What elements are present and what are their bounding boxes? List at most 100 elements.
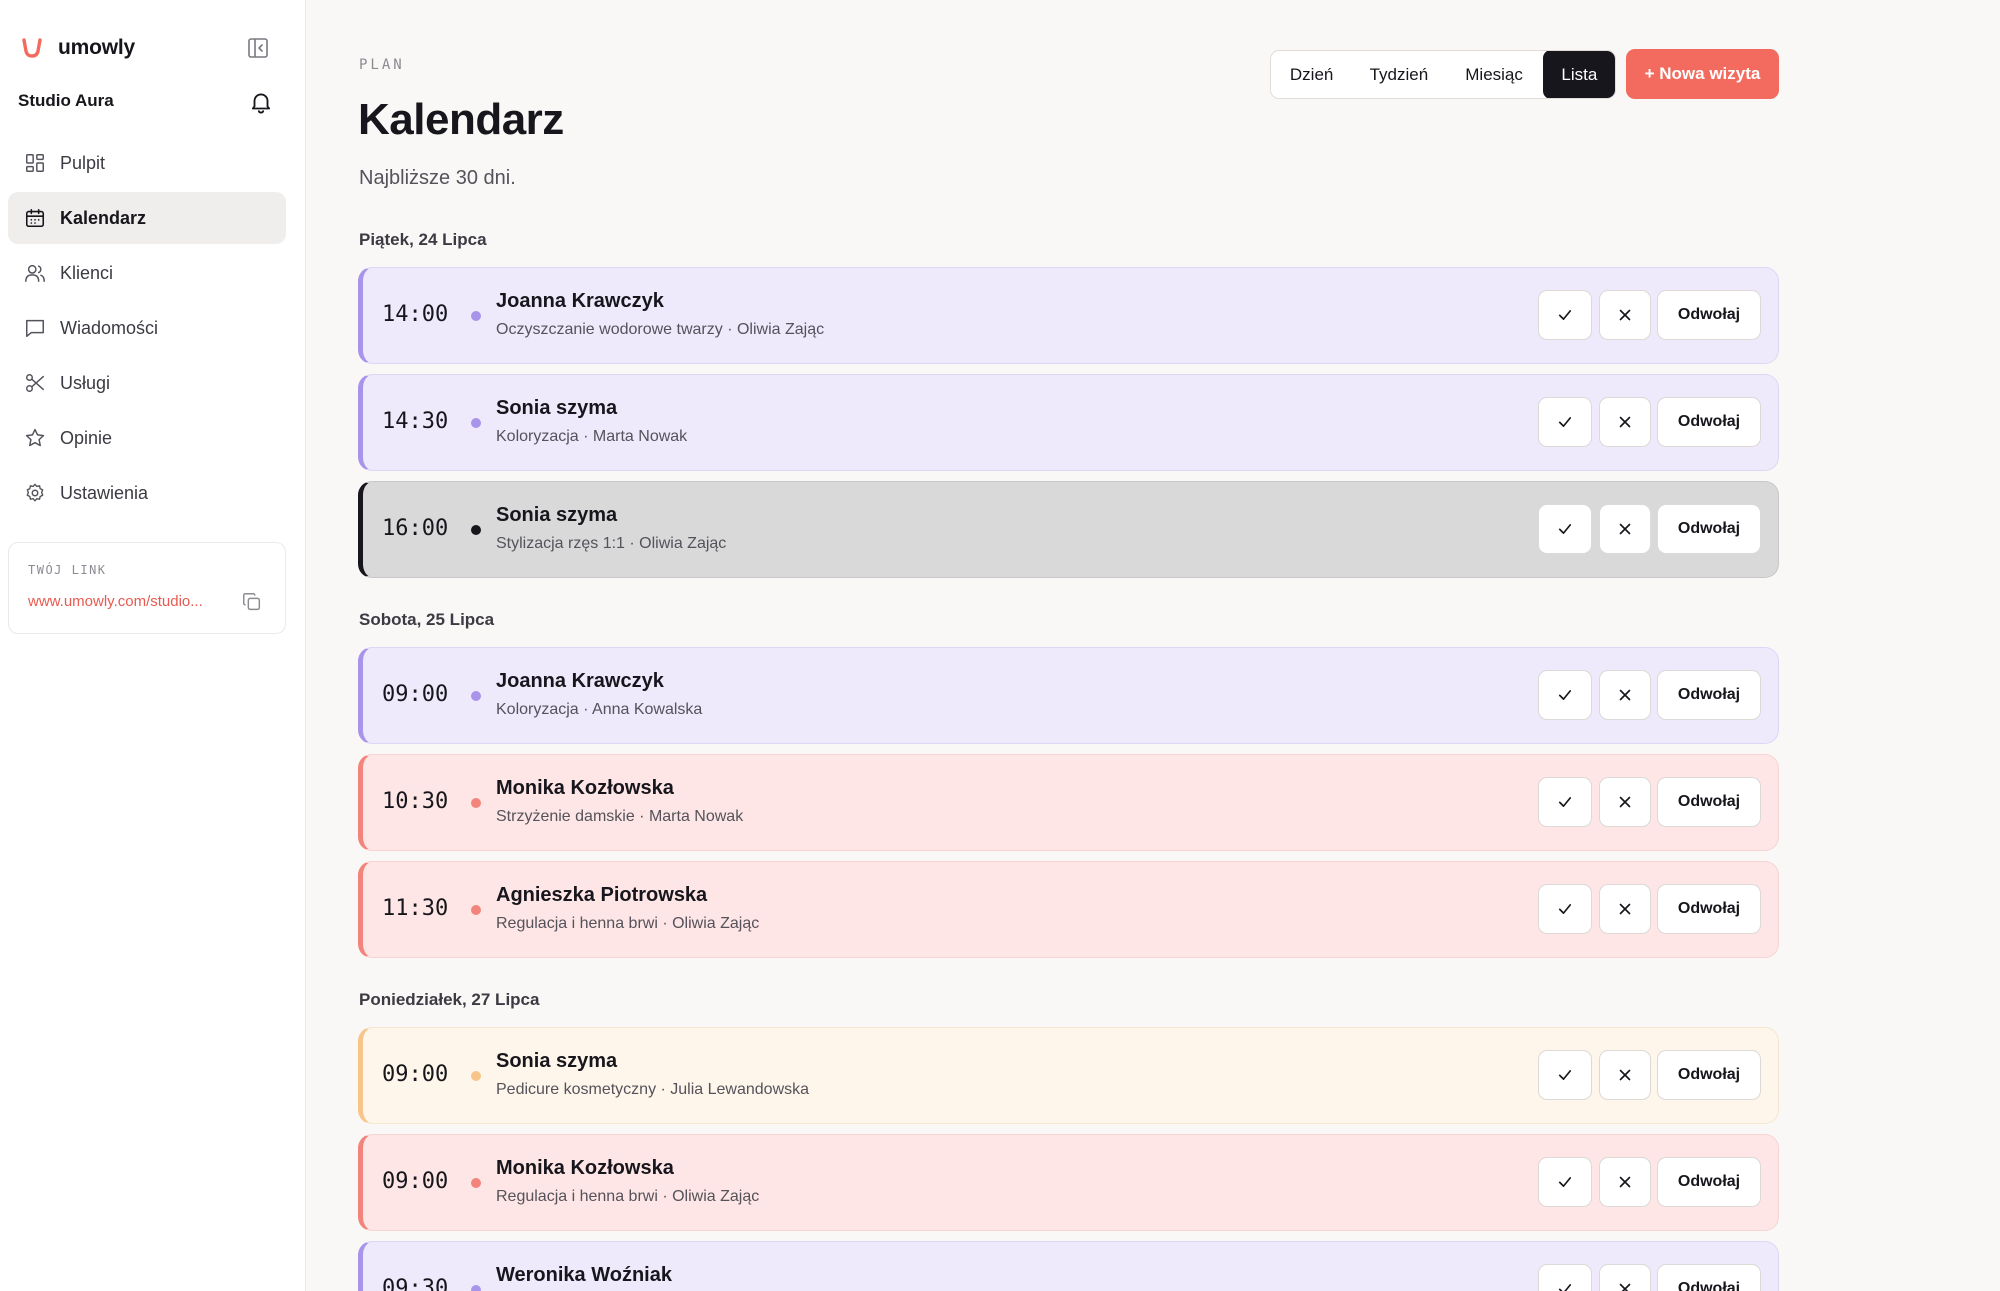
appointment-client: Sonia szyma bbox=[496, 504, 618, 526]
sidebar-item-label: Usługi bbox=[60, 372, 111, 393]
cancel-appointment-button[interactable]: Odwołaj bbox=[1657, 290, 1761, 340]
sidebar-item-label: Ustawienia bbox=[60, 482, 149, 503]
status-dot bbox=[471, 1285, 481, 1291]
day-header: Poniedziałek, 27 Lipca bbox=[359, 990, 540, 1009]
sidebar-item-label: Klienci bbox=[60, 262, 114, 283]
confirm-button[interactable] bbox=[1538, 290, 1592, 340]
appointment-time: 16:00 bbox=[382, 516, 449, 541]
view-tab-month[interactable]: Miesiąc bbox=[1445, 51, 1542, 98]
close-icon bbox=[1619, 689, 1631, 701]
appointment-details: Pedicure kosmetyczny · Julia Lewandowska bbox=[496, 1081, 810, 1098]
cancel-appointment-button[interactable]: Odwołaj bbox=[1657, 777, 1761, 827]
sidebar-item-opinie[interactable]: Opinie bbox=[8, 412, 286, 464]
decline-button[interactable] bbox=[1599, 884, 1651, 934]
view-tab-week[interactable]: Tydzień bbox=[1352, 51, 1445, 98]
cancel-appointment-button[interactable]: Odwołaj bbox=[1657, 504, 1761, 554]
close-icon bbox=[1619, 523, 1631, 535]
brand-name: umowly bbox=[58, 36, 135, 59]
view-switcher: Dzień Tydzień Miesiąc Lista bbox=[1270, 50, 1616, 99]
cancel-appointment-button[interactable]: Odwołaj bbox=[1657, 1264, 1761, 1291]
users-icon bbox=[25, 264, 45, 282]
appointment-card[interactable]: 09:00 Monika Kozłowska Regulacja i henna… bbox=[358, 1134, 1779, 1231]
close-icon bbox=[1619, 796, 1631, 808]
decline-button[interactable] bbox=[1599, 1264, 1651, 1291]
appointment-details: Strzyżenie damskie · Marta Nowak bbox=[496, 808, 744, 825]
booking-link-url[interactable]: www.umowly.com/studio... bbox=[28, 593, 228, 610]
appointment-card[interactable]: 09:00 Sonia szyma Pedicure kosmetyczny ·… bbox=[358, 1027, 1779, 1124]
close-icon bbox=[1619, 416, 1631, 428]
copy-icon[interactable] bbox=[241, 591, 263, 613]
brand[interactable]: umowly bbox=[20, 33, 135, 63]
confirm-button[interactable] bbox=[1538, 1157, 1592, 1207]
check-icon bbox=[1558, 797, 1572, 807]
appointment-client: Sonia szyma bbox=[496, 1050, 618, 1072]
decline-button[interactable] bbox=[1599, 504, 1651, 554]
confirm-button[interactable] bbox=[1538, 777, 1592, 827]
appointment-client: Weronika Woźniak bbox=[496, 1264, 672, 1286]
appointment-card[interactable]: 09:00 Joanna Krawczyk Koloryzacja · Anna… bbox=[358, 647, 1779, 744]
sidebar-item-kalendarz[interactable]: Kalendarz bbox=[8, 192, 286, 244]
sidebar-item-uslugi[interactable]: Usługi bbox=[8, 357, 286, 409]
check-icon bbox=[1558, 1284, 1572, 1291]
status-dot bbox=[471, 1178, 481, 1188]
appointment-card[interactable]: 14:30 Sonia szyma Koloryzacja · Marta No… bbox=[358, 374, 1779, 471]
cancel-appointment-button[interactable]: Odwołaj bbox=[1657, 670, 1761, 720]
collapse-sidebar-icon[interactable] bbox=[246, 36, 270, 60]
confirm-button[interactable] bbox=[1538, 504, 1592, 554]
new-visit-button[interactable]: + Nowa wizyta bbox=[1626, 49, 1779, 99]
umowly-logo-icon bbox=[22, 38, 42, 58]
day-header: Sobota, 25 Lipca bbox=[359, 610, 495, 629]
appointment-client: Monika Kozłowska bbox=[496, 777, 674, 799]
sidebar-item-pulpit[interactable]: Pulpit bbox=[8, 137, 286, 189]
main-nav: Pulpit Kalendarz Klienci Wiadomości Usłu… bbox=[8, 137, 286, 522]
decline-button[interactable] bbox=[1599, 397, 1651, 447]
appointment-card[interactable]: 11:30 Agnieszka Piotrowska Regulacja i h… bbox=[358, 861, 1779, 958]
decline-button[interactable] bbox=[1599, 777, 1651, 827]
check-icon bbox=[1558, 524, 1572, 534]
check-icon bbox=[1558, 310, 1572, 320]
appointment-details: Regulacja i henna brwi · Oliwia Zając bbox=[496, 1188, 760, 1205]
sidebar-item-ustawienia[interactable]: Ustawienia bbox=[8, 467, 286, 519]
cancel-appointment-button[interactable]: Odwołaj bbox=[1657, 884, 1761, 934]
gear-icon bbox=[26, 483, 44, 502]
booking-link-card: TWÓJ LINK www.umowly.com/studio... bbox=[8, 542, 286, 634]
appointment-client: Joanna Krawczyk bbox=[496, 670, 664, 692]
decline-button[interactable] bbox=[1599, 1157, 1651, 1207]
appointment-time: 09:30 bbox=[382, 1276, 449, 1291]
cancel-appointment-button[interactable]: Odwołaj bbox=[1657, 1050, 1761, 1100]
calendar-icon bbox=[25, 208, 45, 228]
cancel-appointment-button[interactable]: Odwołaj bbox=[1657, 397, 1761, 447]
sidebar-item-label: Opinie bbox=[60, 427, 113, 448]
notifications-bell-icon[interactable] bbox=[248, 89, 274, 115]
page-subtitle: Najbliższe 30 dni. bbox=[359, 167, 516, 189]
sidebar-item-klienci[interactable]: Klienci bbox=[8, 247, 286, 299]
check-icon bbox=[1558, 417, 1572, 427]
studio-name[interactable]: Studio Aura bbox=[18, 91, 114, 111]
confirm-button[interactable] bbox=[1538, 670, 1592, 720]
scissors-icon bbox=[26, 374, 44, 392]
appointment-details: Oczyszczanie wodorowe twarzy · Oliwia Za… bbox=[496, 321, 825, 338]
sidebar-item-wiadomosci[interactable]: Wiadomości bbox=[8, 302, 286, 354]
cancel-appointment-button[interactable]: Odwołaj bbox=[1657, 1157, 1761, 1207]
view-tab-day[interactable]: Dzień bbox=[1271, 51, 1352, 98]
status-dot bbox=[471, 418, 481, 428]
appointment-card[interactable]: 14:00 Joanna Krawczyk Oczyszczanie wodor… bbox=[358, 267, 1779, 364]
close-icon bbox=[1619, 309, 1631, 321]
confirm-button[interactable] bbox=[1538, 397, 1592, 447]
booking-link-label: TWÓJ LINK bbox=[28, 563, 107, 577]
appointment-details: Koloryzacja · Anna Kowalska bbox=[496, 701, 703, 718]
appointment-time: 10:30 bbox=[382, 789, 449, 814]
appointment-card[interactable]: 10:30 Monika Kozłowska Strzyżenie damski… bbox=[358, 754, 1779, 851]
status-dot bbox=[471, 311, 481, 321]
decline-button[interactable] bbox=[1599, 1050, 1651, 1100]
sidebar-item-label: Wiadomości bbox=[60, 317, 159, 338]
decline-button[interactable] bbox=[1599, 670, 1651, 720]
confirm-button[interactable] bbox=[1538, 1264, 1592, 1291]
appointment-time: 09:00 bbox=[382, 1062, 449, 1087]
appointment-card[interactable]: 09:30 Weronika Woźniak Odwołaj bbox=[358, 1241, 1779, 1291]
confirm-button[interactable] bbox=[1538, 1050, 1592, 1100]
decline-button[interactable] bbox=[1599, 290, 1651, 340]
view-tab-list[interactable]: Lista bbox=[1542, 51, 1615, 98]
appointment-card[interactable]: 16:00 Sonia szyma Stylizacja rzęs 1:1 · … bbox=[358, 481, 1779, 578]
confirm-button[interactable] bbox=[1538, 884, 1592, 934]
